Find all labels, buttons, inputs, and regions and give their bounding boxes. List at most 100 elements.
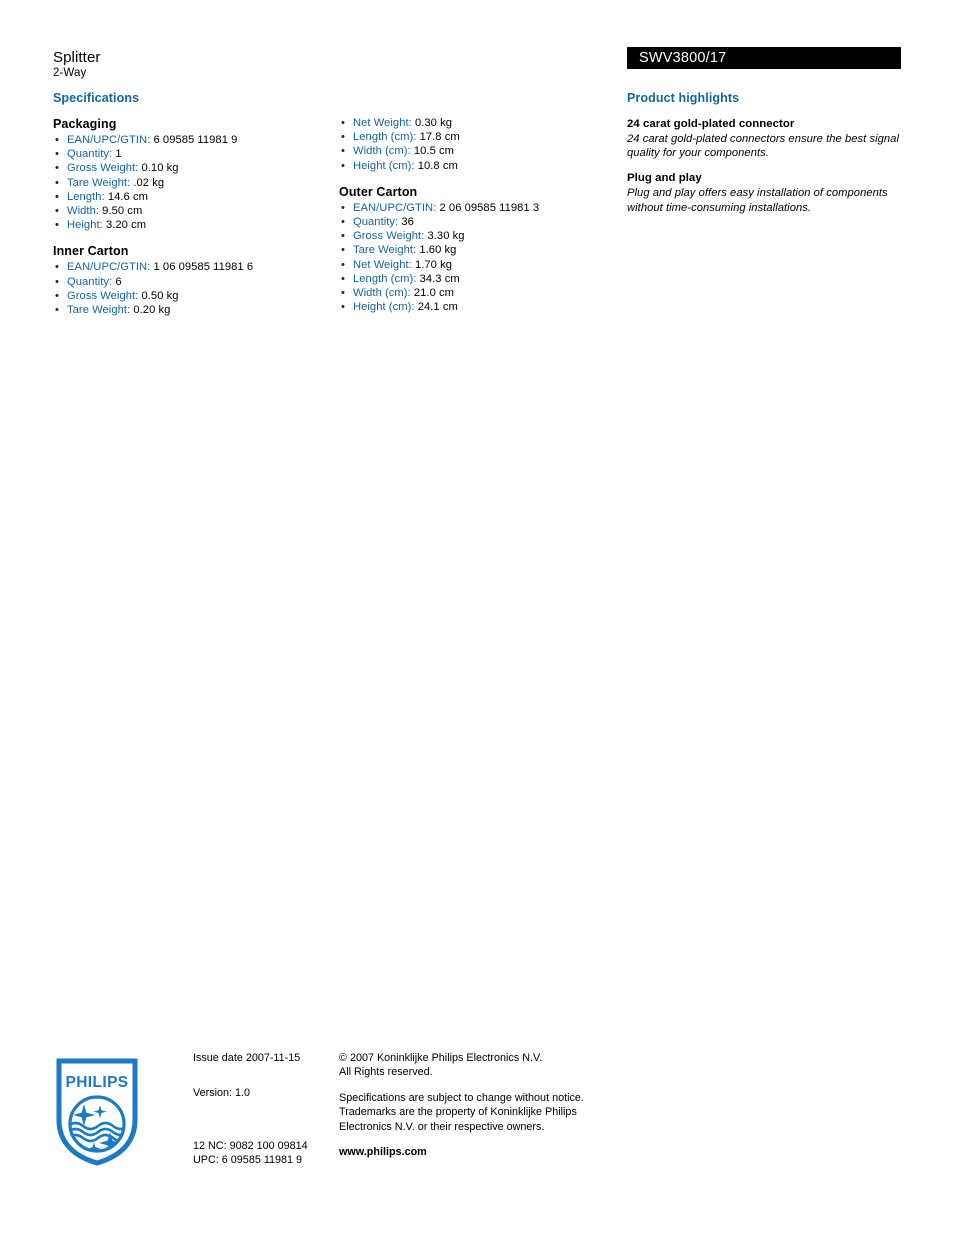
- spec-value: 6: [112, 275, 122, 288]
- bullet-icon: •: [55, 148, 59, 161]
- spec-item: • Width (cm): 21.0 cm: [339, 286, 619, 300]
- bullet-icon: •: [55, 176, 59, 189]
- spec-group-title: Outer Carton: [339, 184, 418, 199]
- spec-value: 36: [398, 216, 414, 229]
- spec-value: 0.10 kg: [138, 162, 179, 175]
- spec-value: 1: [112, 148, 122, 161]
- spec-value: 24.1 cm: [414, 301, 458, 314]
- spec-item: • Length (cm): 17.8 cm: [339, 130, 619, 144]
- highlight-title: Plug and play: [627, 172, 702, 185]
- spec-item: • Height (cm): 24.1 cm: [339, 300, 619, 314]
- copyright-line-2: All Rights reserved.: [339, 1066, 433, 1079]
- highlight-description: 24 carat gold-plated connectors ensure t…: [627, 133, 899, 160]
- spec-item: • Tare Weight: 1.60 kg: [339, 243, 619, 257]
- spec-group: Inner Carton • EAN/UPC/GTIN: 1 06 09585 11…: [53, 243, 333, 317]
- specifications-left-column: Packaging • EAN/UPC/GTIN: 6 09585 11981 9 •…: [53, 116, 333, 317]
- spec-value: .02 kg: [130, 176, 165, 189]
- bullet-icon: •: [55, 162, 59, 175]
- spec-label: Tare Weight:: [67, 304, 131, 317]
- spec-value: 3.30 kg: [424, 230, 465, 243]
- bullet-icon: •: [55, 261, 59, 274]
- disclaimer-line-1: Specifications are subject to change wit…: [339, 1091, 584, 1104]
- nc-code: 12 NC: 9082 100 09814: [193, 1140, 308, 1152]
- spec-value: 1 06 09585 11981 6: [150, 261, 254, 274]
- spec-item: • Tare Weight: 0.20 kg: [53, 303, 333, 317]
- spec-item: • Tare Weight: .02 kg: [53, 176, 333, 190]
- footer-legal-column: © 2007 Koninklijke Philips Electronics N…: [339, 1051, 599, 1159]
- spec-value: 2 06 09585 11981 3: [436, 201, 540, 214]
- spec-group: • Net Weight: 0.30 kg • Length (cm): 17.8 c…: [339, 116, 619, 173]
- spec-value: 0.50 kg: [138, 289, 179, 302]
- highlight-description: Plug and play offers easy installation o…: [627, 187, 888, 214]
- copyright-line-1: © 2007 Koninklijke Philips Electronics N…: [339, 1052, 543, 1064]
- spec-item: • Length (cm): 34.3 cm: [339, 272, 619, 286]
- bullet-icon: •: [55, 134, 59, 146]
- disclaimer-line-3: Electronics N.V. or their respective own…: [339, 1120, 545, 1133]
- spec-item: • Gross Weight: 0.10 kg: [53, 161, 333, 175]
- version: Version: 1.0: [193, 1087, 251, 1099]
- bullet-icon: •: [341, 131, 345, 144]
- bullet-icon: •: [341, 230, 345, 243]
- spec-label: Length (cm):: [353, 272, 417, 285]
- spec-label: Height (cm):: [353, 301, 415, 314]
- spec-group-title: Inner Carton: [53, 244, 129, 259]
- spec-label: Net Weight:: [353, 117, 412, 129]
- philips-logo: PHILIPS: [56, 1058, 138, 1166]
- product-highlights-heading: Product highlights: [627, 91, 740, 105]
- bullet-icon: •: [341, 201, 345, 214]
- spec-label: Width:: [67, 205, 100, 218]
- spec-item: • Net Weight: 0.30 kg: [339, 116, 619, 130]
- bullet-icon: •: [55, 275, 59, 288]
- disclaimer-notice: Specifications are subject to change wit…: [339, 1091, 599, 1134]
- page-title: Splitter: [53, 49, 101, 66]
- spec-label: Quantity:: [67, 148, 113, 161]
- spec-item: • Net Weight: 1.70 kg: [339, 258, 619, 272]
- spec-value: 0.20 kg: [130, 304, 171, 317]
- bullet-icon: •: [341, 159, 345, 172]
- spec-label: Quantity:: [353, 216, 399, 229]
- spec-label: EAN/UPC/GTIN:: [353, 201, 437, 214]
- spec-value: 6 09585 11981 9: [150, 134, 238, 146]
- upc-code: UPC: 6 09585 11981 9: [193, 1154, 303, 1166]
- spec-label: Net Weight:: [353, 258, 412, 271]
- spec-item: • EAN/UPC/GTIN: 1 06 09585 11981 6: [53, 260, 333, 274]
- spec-value: 34.3 cm: [416, 272, 460, 285]
- highlight-block: Plug and play Plug and play offers easy i…: [627, 171, 905, 214]
- spec-value: 1.60 kg: [416, 244, 457, 257]
- spec-label: Height (cm):: [353, 159, 415, 172]
- spec-item: • Height: 3.20 cm: [53, 218, 333, 232]
- spec-label: Width (cm):: [353, 287, 411, 300]
- bullet-icon: •: [341, 287, 345, 300]
- highlight-title: 24 carat gold-plated connector: [627, 118, 795, 130]
- spec-label: Gross Weight:: [67, 289, 139, 302]
- product-code-bar: SWV3800/17: [627, 47, 901, 69]
- bullet-icon: •: [341, 216, 345, 229]
- spec-item: • Width (cm): 10.5 cm: [339, 144, 619, 158]
- spec-label: EAN/UPC/GTIN:: [67, 261, 151, 274]
- bullet-icon: •: [341, 244, 345, 257]
- spec-item: • Height (cm): 10.8 cm: [339, 159, 619, 173]
- spec-item: • EAN/UPC/GTIN: 2 06 09585 11981 3: [339, 201, 619, 215]
- spec-label: Height:: [67, 219, 103, 232]
- spec-group-title: Packaging: [53, 117, 117, 131]
- spec-item: • Width: 9.50 cm: [53, 204, 333, 218]
- spec-label: Gross Weight:: [353, 230, 425, 243]
- product-highlights-column: 24 carat gold-plated connector 24 carat g…: [627, 117, 905, 226]
- bullet-icon: •: [55, 205, 59, 218]
- spec-value: 10.8 cm: [414, 159, 458, 172]
- specifications-middle-column: • Net Weight: 0.30 kg • Length (cm): 17.8 c…: [339, 116, 619, 314]
- spec-group: Packaging • EAN/UPC/GTIN: 6 09585 11981 9 •…: [53, 116, 333, 232]
- spec-value: 1.70 kg: [411, 258, 453, 271]
- spec-item: • Length: 14.6 cm: [53, 190, 333, 204]
- spec-label: Quantity:: [67, 275, 113, 288]
- bullet-icon: •: [341, 145, 345, 158]
- footer-codes: 12 NC: 9082 100 09814 UPC: 6 09585 11981…: [193, 1139, 308, 1167]
- bullet-icon: •: [55, 219, 59, 232]
- website-link[interactable]: www.philips.com: [339, 1145, 599, 1159]
- spec-value: 21.0 cm: [410, 287, 455, 300]
- spec-item: • Gross Weight: 3.30 kg: [339, 229, 619, 243]
- bullet-icon: •: [55, 289, 59, 302]
- disclaimer-line-2: Trademarks are the property of Koninklij…: [339, 1106, 577, 1119]
- highlight-block: 24 carat gold-plated connector 24 carat g…: [627, 117, 905, 160]
- issue-date: Issue date 2007-11-15: [193, 1052, 301, 1064]
